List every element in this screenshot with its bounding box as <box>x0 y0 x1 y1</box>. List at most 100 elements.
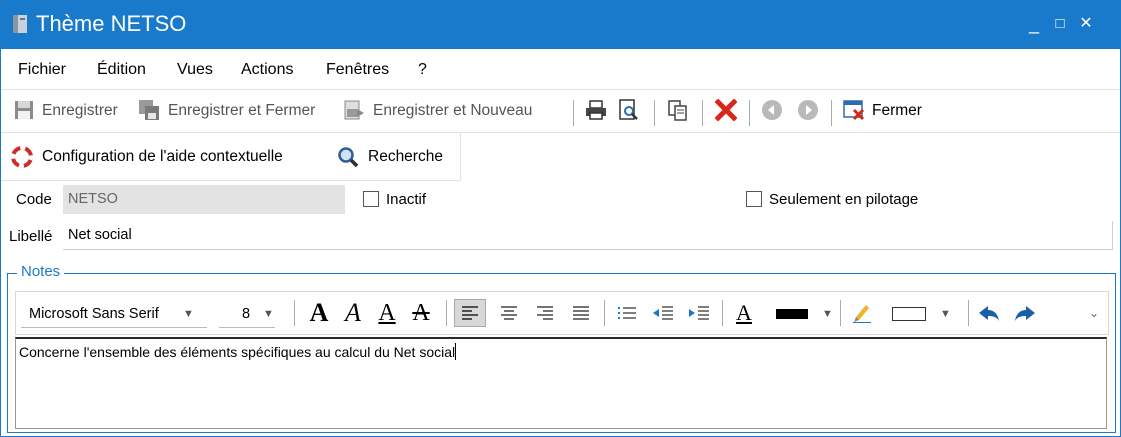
save-close-label: Enregistrer et Fermer <box>168 102 316 119</box>
strikethrough-button[interactable]: A <box>406 299 436 327</box>
save-label: Enregistrer <box>42 102 118 119</box>
align-right-button[interactable] <box>530 299 560 327</box>
menu-fichier[interactable]: Fichier <box>18 61 66 79</box>
toolbar-separator <box>294 300 295 326</box>
align-left-button[interactable] <box>454 299 486 327</box>
help-config-label: Configuration de l'aide contextuelle <box>42 148 283 165</box>
undo-icon <box>979 306 999 321</box>
pilot-only-checkbox[interactable] <box>746 191 762 207</box>
menu-bar: Fichier Édition Vues Actions Fenêtres ? <box>1 49 1120 89</box>
bold-icon: A <box>309 298 329 327</box>
pencil-icon <box>853 305 871 323</box>
lifebuoy-icon <box>11 146 33 168</box>
notes-text: Concerne l'ensemble des éléments spécifi… <box>19 344 456 360</box>
close-form-icon <box>843 100 865 121</box>
font-color-icon: A <box>736 300 752 325</box>
previous-icon[interactable] <box>761 99 783 121</box>
highlight-color-select[interactable]: ▼ <box>880 300 960 328</box>
bold-button[interactable]: A <box>304 298 334 327</box>
indent-button[interactable] <box>684 299 714 327</box>
toolbar-separator <box>840 300 841 326</box>
libelle-field[interactable]: Net social <box>63 221 1113 250</box>
menu-fenetres[interactable]: Fenêtres <box>326 61 389 79</box>
toolbar-separator <box>831 100 832 126</box>
italic-icon: A <box>345 298 361 327</box>
menu-vues[interactable]: Vues <box>177 61 213 79</box>
align-center-button[interactable] <box>494 299 524 327</box>
italic-button[interactable]: A <box>338 298 368 327</box>
chevron-down-icon: ▼ <box>263 307 274 320</box>
print-preview-icon[interactable] <box>617 99 639 121</box>
menu-help[interactable]: ? <box>418 61 427 79</box>
font-color-button[interactable]: A <box>730 299 758 327</box>
minimize-button[interactable]: _ <box>1021 11 1047 37</box>
save-close-icon <box>139 100 159 120</box>
underline-icon: A <box>378 299 396 326</box>
menu-edition[interactable]: Édition <box>97 61 146 79</box>
font-family-select[interactable]: Microsoft Sans Serif ▼ <box>21 300 207 328</box>
secondary-toolbar: Configuration de l'aide contextuelle Rec… <box>1 133 461 181</box>
toolbar-separator <box>749 100 750 126</box>
code-label: Code <box>16 191 52 208</box>
chevron-down-icon: ▼ <box>183 307 194 320</box>
toolbar-separator <box>722 300 723 326</box>
text-caret <box>455 343 457 360</box>
code-field[interactable]: NETSO <box>63 185 345 214</box>
highlight-button[interactable] <box>848 299 876 327</box>
search-icon <box>338 147 359 168</box>
main-toolbar: Enregistrer Enregistrer et Fermer Enregi… <box>1 89 1120 133</box>
toolbar-separator <box>702 100 703 126</box>
outdent-button[interactable] <box>648 299 678 327</box>
font-size-select[interactable]: 8 ▼ <box>219 300 275 328</box>
print-icon[interactable] <box>585 99 607 121</box>
chevron-down-icon: ⌄ <box>1088 306 1100 320</box>
align-left-icon <box>462 306 478 320</box>
bullet-list-icon <box>618 307 636 319</box>
redo-icon <box>1015 306 1035 321</box>
inactive-checkbox[interactable] <box>363 191 379 207</box>
align-center-icon <box>501 306 517 320</box>
floppy-disk-icon <box>15 101 33 119</box>
pilot-only-label: Seulement en pilotage <box>769 191 919 208</box>
color-swatch <box>776 309 808 319</box>
rich-text-toolbar: Microsoft Sans Serif ▼ 8 ▼ A A A A A ▼ ▼… <box>15 291 1109 335</box>
search-label: Recherche <box>368 148 443 165</box>
close-label: Fermer <box>872 102 922 119</box>
title-bar[interactable]: Thème NETSO _ □ ✕ <box>1 1 1120 49</box>
save-new-icon <box>344 100 364 120</box>
close-window-button[interactable]: ✕ <box>1073 11 1099 37</box>
inactive-label: Inactif <box>386 191 427 208</box>
redo-button[interactable] <box>1010 299 1040 327</box>
delete-icon[interactable] <box>715 99 737 121</box>
maximize-button[interactable]: □ <box>1047 11 1073 37</box>
color-swatch <box>892 307 926 321</box>
chevron-down-icon: ▼ <box>940 308 951 320</box>
app-icon <box>13 15 27 33</box>
chevron-down-icon: ▼ <box>822 308 833 320</box>
toolbar-separator <box>446 300 447 326</box>
toolbar-separator <box>968 300 969 326</box>
align-right-icon <box>537 306 553 320</box>
libelle-label: Libellé <box>9 228 53 245</box>
outdent-icon <box>653 306 673 320</box>
bullet-list-button[interactable] <box>612 299 642 327</box>
justify-icon <box>573 306 589 320</box>
toolbar-separator <box>604 300 605 326</box>
font-color-select[interactable]: ▼ <box>762 300 838 328</box>
strikethrough-icon: A <box>412 299 430 326</box>
toolbar-separator <box>573 100 574 126</box>
underline-button[interactable]: A <box>372 299 402 327</box>
font-size-value: 8 <box>242 305 251 322</box>
undo-button[interactable] <box>974 299 1004 327</box>
notes-legend: Notes <box>17 263 65 280</box>
save-new-label: Enregistrer et Nouveau <box>373 102 533 119</box>
toolbar-overflow-button[interactable]: ⌄ <box>1084 299 1104 327</box>
window-title: Thème NETSO <box>36 11 187 36</box>
copy-icon[interactable] <box>667 99 689 121</box>
justify-button[interactable] <box>566 299 596 327</box>
main-window: Thème NETSO _ □ ✕ Fichier Édition Vues A… <box>0 0 1121 437</box>
next-icon[interactable] <box>797 99 819 121</box>
menu-actions[interactable]: Actions <box>241 61 293 79</box>
indent-icon <box>689 306 709 320</box>
notes-editor[interactable]: Concerne l'ensemble des éléments spécifi… <box>15 337 1107 429</box>
